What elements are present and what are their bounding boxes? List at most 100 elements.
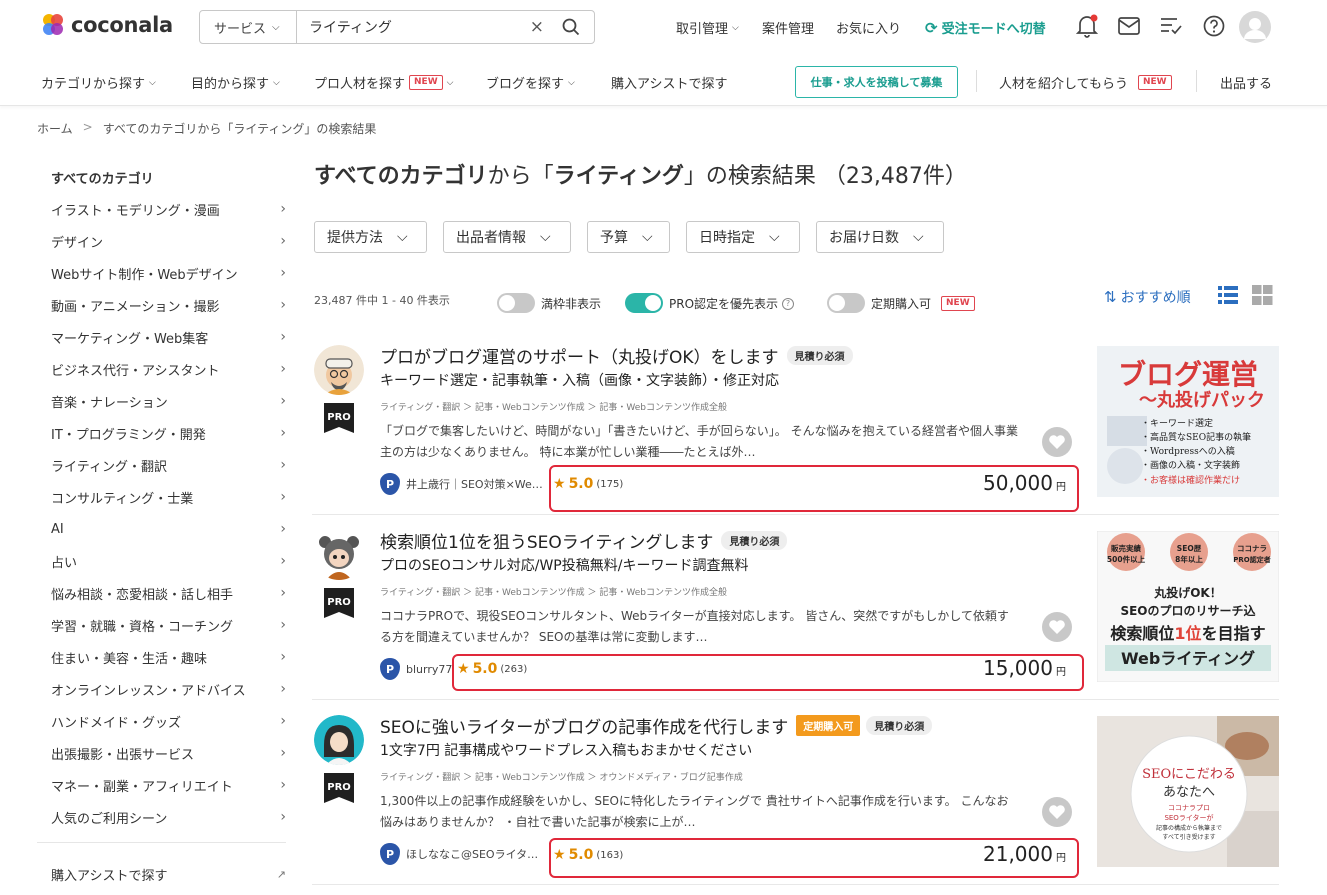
bell-icon[interactable] <box>1076 14 1098 38</box>
listing-seller[interactable]: P ほしななこ@SEOライタ… <box>380 843 538 865</box>
filter-seller-info[interactable]: 出品者情報 ⌵ <box>443 221 571 253</box>
checklist-icon[interactable] <box>1160 16 1182 36</box>
coconala-logo[interactable]: coconala <box>41 12 173 38</box>
chevron-right-icon: › <box>280 329 286 345</box>
seller-avatar[interactable] <box>314 715 364 765</box>
listing-thumbnail[interactable]: ブログ運営 〜丸投げパック ・キーワード選定 ・高品質なSEO記事の執筆 ・Wo… <box>1097 346 1279 497</box>
seller-avatar[interactable] <box>314 530 364 580</box>
help-icon[interactable] <box>1203 15 1225 37</box>
nav-pro[interactable]: プロ人材を探す NEW ⌵ <box>314 73 453 92</box>
filter-delivery-days[interactable]: お届け日数 ⌵ <box>816 221 944 253</box>
sidebar-item[interactable]: ライティング・翻訳 › <box>51 449 286 481</box>
listing-description: 「ブログで集客したいけど、時間がない」「書きたいけど、手が回らない」。 そんな悩… <box>380 424 1019 459</box>
favorites-label: お気に入り <box>836 22 902 37</box>
title-text: 」の検索結果 <box>683 164 816 189</box>
sidebar-item[interactable]: 学習・就職・資格・コーチング › <box>51 609 286 641</box>
info-icon[interactable]: ? <box>782 297 795 310</box>
sidebar-item-label: 出張撮影・出張サービス <box>51 747 195 763</box>
user-avatar[interactable] <box>1239 11 1271 43</box>
sidebar-item[interactable]: IT・プログラミング・開発 › <box>51 417 286 449</box>
seller-name: 井上歳行｜SEO対策×We… <box>406 478 543 491</box>
favorite-button[interactable] <box>1042 612 1072 642</box>
search-input[interactable] <box>297 11 530 43</box>
sidebar-item[interactable]: マネー・副業・アフィリエイト › <box>51 769 286 801</box>
sidebar-item[interactable]: 住まい・美容・生活・趣味 › <box>51 641 286 673</box>
sidebar-item-label: 音楽・ナレーション <box>51 395 168 411</box>
search-icon[interactable] <box>562 18 580 36</box>
sidebar-item-label: ハンドメイド・グッズ <box>51 715 182 731</box>
chevron-right-icon: › <box>280 393 286 409</box>
nav-blog[interactable]: ブログを探す ⌵ <box>486 73 575 92</box>
listing-title[interactable]: プロがブログ運営のサポート（丸投げOK）をします 見積り必須 <box>380 343 853 368</box>
list-view-icon[interactable] <box>1218 285 1238 305</box>
quote-required-tag: 見積り必須 <box>866 716 933 735</box>
sidebar-item[interactable]: 悩み相談・恋愛相談・話し相手 › <box>51 577 286 609</box>
filter-date[interactable]: 日時指定 ⌵ <box>686 221 800 253</box>
listing-seller[interactable]: P 井上歳行｜SEO対策×We… <box>380 473 543 495</box>
sort-select[interactable]: ⇅ おすすめ順 <box>1104 287 1191 307</box>
sidebar-item[interactable]: Webサイト制作・Webデザイン › <box>51 257 286 289</box>
listing-subtitle: キーワード選定・記事執筆・入稿（画像・文字装飾）・修正対応 <box>380 373 779 389</box>
chevron-right-icon: › <box>280 233 286 249</box>
grid-view-icon[interactable] <box>1252 285 1273 305</box>
sidebar-item[interactable]: 動画・アニメーション・撮影 › <box>51 289 286 321</box>
listing-thumbnail[interactable]: SEOにこだわる あなたへ ココナラプロ SEOライターが 記事の構成から執筆ま… <box>1097 716 1279 867</box>
sidebar-item[interactable]: イラスト・モデリング・漫画 › <box>51 193 286 225</box>
sidebar-item[interactable]: 人気のご利用シーン › <box>51 801 286 833</box>
nav-sell[interactable]: 出品する <box>1220 73 1272 92</box>
breadcrumb-home[interactable]: ホーム <box>37 120 73 137</box>
search-type-select[interactable]: サービス ⌵ <box>200 11 297 43</box>
nav-assist[interactable]: 購入アシストで探す <box>611 73 727 92</box>
listing-seller[interactable]: Pblurry77 <box>380 658 452 680</box>
listing-title[interactable]: 検索順位1位を狙うSEOライティングします 見積り必須 <box>380 528 788 553</box>
listing-price: 21,000 円 <box>983 842 1066 866</box>
sidebar-item[interactable]: ハンドメイド・グッズ › <box>51 705 286 737</box>
listing-price: 50,000 円 <box>983 471 1066 495</box>
toggle-pro-priority[interactable] <box>625 293 663 313</box>
sidebar-item[interactable]: 音楽・ナレーション › <box>51 385 286 417</box>
sidebar-item[interactable]: 出張撮影・出張サービス › <box>51 737 286 769</box>
svg-text:・キーワード選定: ・キーワード選定 <box>1141 417 1213 429</box>
sidebar-item-label: Webサイト制作・Webデザイン <box>51 267 238 283</box>
heart-icon <box>1049 620 1065 634</box>
sidebar-item[interactable]: デザイン › <box>51 225 286 257</box>
listing-thumbnail[interactable]: 販売実績 500件以上 SEO歴 8年以上 ココナラ PRO認定者 丸投げOK！… <box>1097 531 1279 682</box>
filter-budget[interactable]: 予算 ⌵ <box>587 221 670 253</box>
post-job-button[interactable]: 仕事・求人を投稿して募集 <box>795 66 958 98</box>
mode-switch-link[interactable]: ⟳ 受注モードへ切替 <box>925 18 1046 38</box>
clear-icon[interactable]: × <box>530 17 544 37</box>
listing-title[interactable]: SEOに強いライターがブログの記事作成を代行します 定期購入可 見積り必須 <box>380 713 933 738</box>
listing-title-text: プロがブログ運営のサポート（丸投げOK）をします <box>380 348 779 368</box>
sidebar-heading[interactable]: すべてのカテゴリ <box>51 161 286 193</box>
sidebar-item[interactable]: AI › <box>51 513 286 545</box>
listing-price: 15,000 円 <box>983 656 1066 680</box>
mail-icon[interactable] <box>1118 17 1140 35</box>
favorite-button[interactable] <box>1042 797 1072 827</box>
sidebar-item[interactable]: マーケティング・Web集客 › <box>51 321 286 353</box>
sidebar-item[interactable]: ビジネス代行・アシスタント › <box>51 353 286 385</box>
sidebar-item-label: 占い <box>51 555 78 571</box>
nav-categories[interactable]: カテゴリから探す ⌵ <box>41 73 156 92</box>
toggle-subscription[interactable] <box>827 293 865 313</box>
sidebar-assist-link[interactable]: 購入アシストで探す ↗ <box>51 858 286 890</box>
toggle-hide-full-label: 満枠非表示 <box>541 295 601 312</box>
favorite-button[interactable] <box>1042 427 1072 457</box>
listing-title-text: 検索順位1位を狙うSEOライティングします <box>380 533 714 553</box>
filter-label: 提供方法 <box>327 230 383 246</box>
chevron-right-icon: › <box>280 521 286 537</box>
sidebar-item[interactable]: 占い › <box>51 545 286 577</box>
projects-link[interactable]: 案件管理 <box>762 18 814 37</box>
sidebar-item[interactable]: オンラインレッスン・アドバイス › <box>51 673 286 705</box>
nav-introduce[interactable]: 人材を紹介してもらう NEW <box>999 73 1172 92</box>
toggle-hide-full[interactable] <box>497 293 535 313</box>
nav-purpose[interactable]: 目的から探す ⌵ <box>191 73 280 92</box>
filter-delivery-method[interactable]: 提供方法 ⌵ <box>314 221 427 253</box>
favorites-link[interactable]: お気に入り <box>836 18 901 37</box>
svg-text:ココナラ: ココナラ <box>1237 544 1267 553</box>
sidebar-item-label: オンラインレッスン・アドバイス <box>51 683 246 699</box>
listing-rating: ★ 5.0 (263) <box>457 661 527 677</box>
transaction-menu[interactable]: 取引管理 ⌵ <box>676 18 739 37</box>
sidebar-item[interactable]: コンサルティング・士業 › <box>51 481 286 513</box>
seller-avatar[interactable] <box>314 345 364 395</box>
sidebar-item-label: IT・プログラミング・開発 <box>51 427 206 443</box>
